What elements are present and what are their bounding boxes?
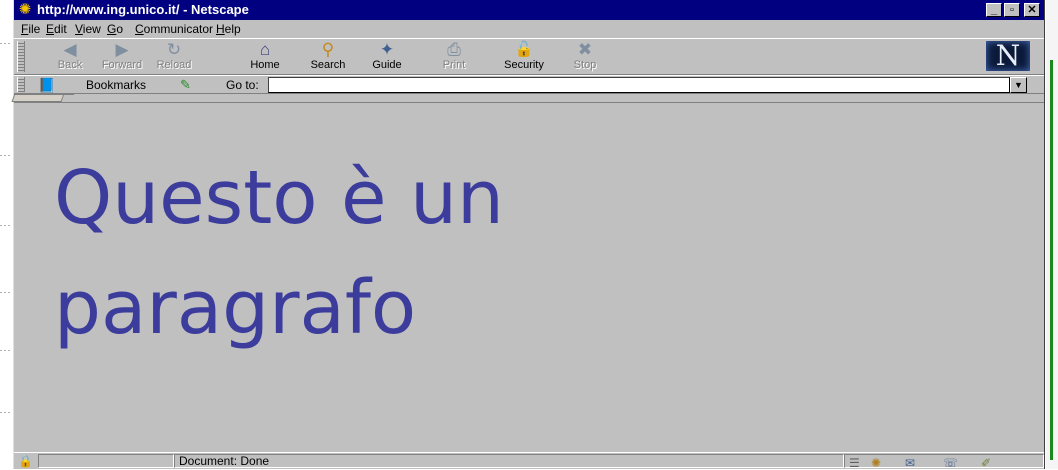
maximize-button[interactable]: ▫ <box>1004 3 1020 17</box>
home-icon: ⌂ <box>259 40 271 59</box>
back-button[interactable]: ◀ Back <box>44 41 96 73</box>
edge-mark <box>0 155 12 156</box>
navigation-toolbar: ◀ Back ▶ Forward ↻ Reload ⌂ Home ⚲ Searc… <box>14 38 1044 75</box>
guide-button[interactable]: ✦ Guide <box>361 41 413 73</box>
search-label: Search <box>310 59 346 71</box>
forward-label: Forward <box>101 59 143 71</box>
forward-button[interactable]: ▶ Forward <box>96 41 148 73</box>
bookmarks-icon[interactable]: 📘 <box>38 77 55 93</box>
print-icon: ⎙ <box>447 40 461 59</box>
menu-communicator[interactable]: Communicator <box>135 22 213 36</box>
page-content: Questo è un paragrafo <box>14 102 1044 453</box>
netscape-app-icon[interactable]: ✺ <box>17 2 33 18</box>
security-lock-icon[interactable]: 🔒 <box>18 454 33 468</box>
menu-go[interactable]: Go <box>107 22 123 36</box>
forward-arrow-icon: ▶ <box>115 40 129 59</box>
stop-button[interactable]: ✖ Stop <box>559 41 611 73</box>
toolbar-grip[interactable] <box>17 41 25 72</box>
page-proxy-icon[interactable]: ✎ <box>180 77 191 93</box>
progress-meter <box>38 454 174 468</box>
edge-mark <box>0 350 12 351</box>
status-text: Document: Done <box>174 454 844 468</box>
component-grip-icon[interactable]: ☰ <box>849 456 860 470</box>
edge-mark <box>0 292 12 293</box>
back-arrow-icon: ◀ <box>63 40 77 59</box>
url-dropdown-button[interactable]: ▼ <box>1010 77 1027 93</box>
component-bar: ☰ ✺ ✉ ☏ ✐ <box>844 454 1044 470</box>
status-bar: 🔒 Document: Done ☰ ✺ ✉ ☏ ✐ <box>14 452 1044 470</box>
reload-icon: ↻ <box>166 40 182 59</box>
paragraph-text: Questo è un paragrafo <box>54 155 504 351</box>
edge-mark <box>0 412 12 413</box>
mail-icon[interactable]: ✉ <box>905 456 915 470</box>
stop-label: Stop <box>573 59 597 71</box>
edge-mark <box>0 225 12 226</box>
stop-icon: ✖ <box>577 40 593 59</box>
location-bar: 📘 Bookmarks ✎ Go to: ▼ <box>14 75 1044 94</box>
lock-icon: 🔓 <box>514 41 534 58</box>
netscape-logo[interactable]: N <box>986 41 1030 71</box>
menu-file[interactable]: File <box>21 22 40 36</box>
back-label: Back <box>57 59 83 71</box>
print-button[interactable]: ⎙ Print <box>428 41 480 73</box>
url-input[interactable] <box>268 77 1010 93</box>
location-bar-grip[interactable] <box>17 77 25 92</box>
reload-label: Reload <box>156 59 192 71</box>
browser-window: ✺ http://www.ing.unico.it/ - Netscape _ … <box>11 0 1045 470</box>
home-button[interactable]: ⌂ Home <box>239 41 291 73</box>
security-button[interactable]: 🔓 Security <box>498 41 550 73</box>
menu-help[interactable]: Help <box>216 22 241 36</box>
menu-view[interactable]: View <box>75 22 101 36</box>
search-button[interactable]: ⚲ Search <box>302 41 354 73</box>
background-window-edge <box>1046 0 1058 469</box>
collapsed-toolbar-tab[interactable] <box>11 95 64 102</box>
title-bar[interactable]: ✺ http://www.ing.unico.it/ - Netscape _ … <box>14 0 1044 20</box>
close-button[interactable]: ✕ <box>1024 3 1040 17</box>
composer-icon[interactable]: ✐ <box>981 456 991 470</box>
home-label: Home <box>250 59 280 71</box>
print-label: Print <box>442 59 466 71</box>
security-label: Security <box>504 59 544 71</box>
guide-label: Guide <box>372 59 402 71</box>
minimize-button[interactable]: _ <box>986 3 1002 17</box>
menu-edit[interactable]: Edit <box>46 22 67 36</box>
background-window-border <box>1050 60 1053 460</box>
discussion-icon[interactable]: ☏ <box>943 456 958 470</box>
navigator-icon[interactable]: ✺ <box>871 456 881 470</box>
reload-button[interactable]: ↻ Reload <box>148 41 200 73</box>
menu-bar: File Edit View Go Communicator Help <box>14 20 1044 38</box>
search-icon: ⚲ <box>321 40 335 59</box>
edge-mark <box>0 43 12 44</box>
bookmarks-button[interactable]: Bookmarks <box>86 78 146 92</box>
goto-label: Go to: <box>226 78 259 92</box>
window-title: http://www.ing.unico.it/ - Netscape <box>37 2 249 17</box>
guide-icon: ✦ <box>379 40 395 59</box>
